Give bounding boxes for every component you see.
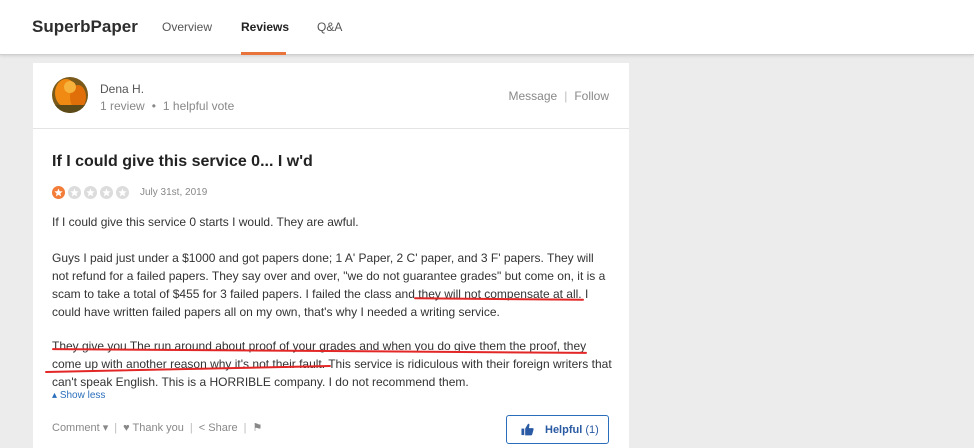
review-paragraph: If I could give this service 0 starts I … bbox=[52, 215, 359, 229]
flag-icon: ⚑ bbox=[252, 422, 263, 434]
flag-button[interactable]: ⚑ bbox=[252, 421, 262, 434]
review-paragraph: Guys I paid just under a $1000 and got p… bbox=[52, 251, 606, 319]
action-divider: | bbox=[564, 89, 568, 103]
star-icon bbox=[116, 186, 129, 199]
author-actions: Message | Follow bbox=[508, 89, 609, 103]
avatar[interactable] bbox=[52, 77, 88, 113]
star-icon bbox=[84, 186, 97, 199]
separator-dot: • bbox=[151, 99, 156, 113]
review-count: 1 review bbox=[100, 99, 145, 113]
helpful-count: (1) bbox=[585, 424, 599, 436]
action-divider: | bbox=[243, 422, 247, 434]
thank-you-label: Thank you bbox=[132, 422, 184, 434]
review-actions: Comment ▾ | ♥ Thank you | < Share | ⚑ bbox=[52, 421, 268, 434]
review-paragraph: They give you The run around about proof… bbox=[52, 339, 612, 389]
top-navigation-bar: SuperbPaper Overview Reviews Q&A bbox=[0, 0, 974, 55]
tab-qa[interactable]: Q&A bbox=[317, 20, 342, 34]
active-tab-indicator bbox=[241, 52, 286, 55]
chevron-up-icon: ▴ bbox=[52, 390, 58, 401]
action-divider: | bbox=[189, 422, 193, 434]
follow-link[interactable]: Follow bbox=[574, 89, 609, 103]
helpful-label: Helpful (1) bbox=[545, 424, 599, 436]
heart-icon: ♥ bbox=[123, 422, 130, 434]
tab-reviews[interactable]: Reviews bbox=[241, 20, 289, 34]
brand-logo[interactable]: SuperbPaper bbox=[32, 17, 138, 37]
share-button[interactable]: < Share bbox=[199, 422, 238, 434]
star-icon bbox=[100, 186, 113, 199]
review-card: Dena H. 1 review • 1 helpful vote Message |… bbox=[33, 63, 629, 448]
review-title: If I could give this service 0... I w'd bbox=[52, 153, 313, 170]
helpful-vote-count: 1 helpful vote bbox=[162, 99, 235, 113]
thank-you-button[interactable]: ♥ Thank you bbox=[123, 422, 184, 434]
author-header: Dena H. 1 review • 1 helpful vote Message |… bbox=[33, 63, 629, 129]
helpful-text: Helpful bbox=[545, 424, 583, 436]
author-stats: 1 review • 1 helpful vote bbox=[100, 99, 234, 113]
message-link[interactable]: Message bbox=[508, 89, 557, 103]
show-less-link[interactable]: ▴ Show less bbox=[52, 390, 105, 401]
show-less-label: Show less bbox=[59, 390, 106, 401]
share-label: Share bbox=[208, 422, 238, 434]
comment-button[interactable]: Comment ▾ bbox=[52, 421, 108, 434]
star-icon bbox=[52, 186, 65, 199]
author-name[interactable]: Dena H. bbox=[100, 82, 144, 96]
action-divider: | bbox=[114, 422, 118, 434]
thumbs-up-icon bbox=[521, 423, 534, 439]
share-icon: < bbox=[198, 422, 206, 434]
review-date: July 31st, 2019 bbox=[140, 187, 208, 198]
helpful-button[interactable]: Helpful (1) bbox=[506, 415, 609, 444]
comment-label: Comment bbox=[52, 422, 100, 434]
caret-down-icon: ▾ bbox=[102, 422, 109, 434]
star-icon bbox=[68, 186, 81, 199]
tab-overview[interactable]: Overview bbox=[162, 20, 212, 34]
